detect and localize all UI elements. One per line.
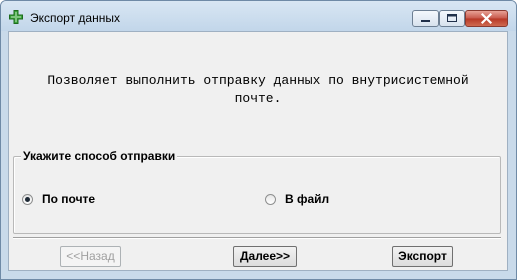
radio-to-file[interactable]: В файл <box>265 191 329 207</box>
divider <box>13 237 501 239</box>
radio-by-mail-label[interactable]: По почте <box>42 192 95 206</box>
radio-by-mail[interactable]: По почте <box>22 191 95 207</box>
close-button[interactable] <box>465 10 508 27</box>
maximize-button[interactable] <box>439 10 465 27</box>
send-method-legend: Укажите способ отправки <box>21 149 178 163</box>
export-button[interactable]: Экспорт <box>392 246 453 267</box>
radio-to-file-label[interactable]: В файл <box>285 192 329 206</box>
export-dialog-window: Экспорт данных Позволяет выполнить отпра… <box>0 0 517 280</box>
send-method-group: Укажите способ отправки По почте В файл <box>13 149 501 234</box>
title-bar[interactable]: Экспорт данных <box>1 1 516 31</box>
app-icon <box>9 10 23 24</box>
dialog-body: Позволяет выполнить отправку данных по в… <box>8 31 508 271</box>
minimize-icon <box>421 20 430 22</box>
radio-unchecked-icon[interactable] <box>265 193 276 205</box>
minimize-button[interactable] <box>412 10 439 27</box>
next-button[interactable]: Далее>> <box>233 246 297 267</box>
close-icon <box>480 12 493 25</box>
radio-checked-icon[interactable] <box>22 193 33 205</box>
description-line-2: почте. <box>234 91 282 106</box>
maximize-icon <box>447 14 457 22</box>
description-text: Позволяет выполнить отправку данных по в… <box>9 72 507 108</box>
description-line-1: Позволяет выполнить отправку данных по в… <box>47 73 469 88</box>
window-title: Экспорт данных <box>30 11 120 25</box>
back-button[interactable]: <<Назад <box>60 246 121 267</box>
